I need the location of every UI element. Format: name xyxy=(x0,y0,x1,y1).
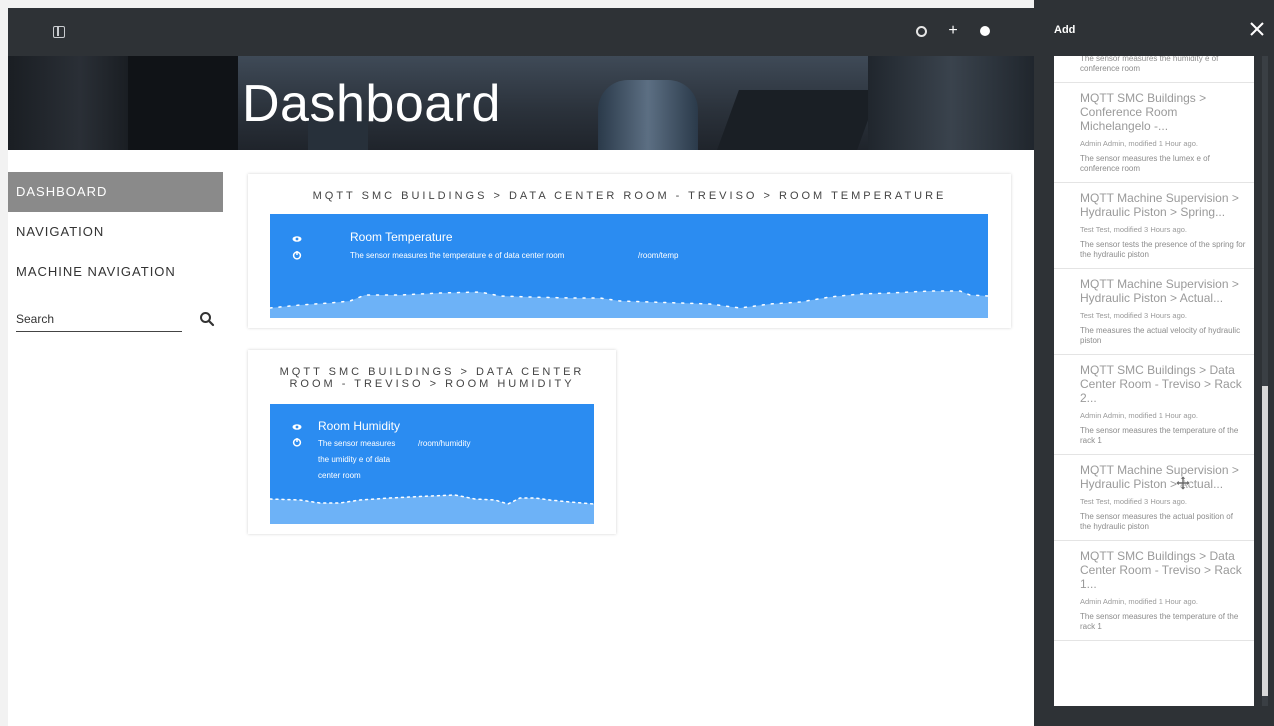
sensor-topic: /room/humidity xyxy=(418,439,471,448)
card-title: MQTT Machine Supervision > Hydraulic Pis… xyxy=(1080,463,1239,491)
card-meta: Test Test, modified 3 Hours ago. xyxy=(1080,497,1187,506)
sidebar-toggle-icon[interactable] xyxy=(48,22,70,42)
sensor-description: The sensor measures the temperature e of… xyxy=(350,251,565,260)
sparkline-humidity xyxy=(270,494,594,524)
sensor-name: Room Humidity xyxy=(318,419,401,433)
list-item[interactable]: The sensor measures the humidity e of co… xyxy=(1054,56,1254,83)
card-description: The sensor tests the presence of the spr… xyxy=(1080,240,1246,259)
eye-icon[interactable] xyxy=(292,422,302,432)
add-panel: Add The sensor measures the humidity e o… xyxy=(1034,0,1274,726)
list-item[interactable]: MQTT Machine Supervision > Hydraulic Pis… xyxy=(1054,269,1254,355)
card-description: The sensor measures the temperature of t… xyxy=(1080,426,1239,445)
panel-scrollbar[interactable] xyxy=(1262,56,1268,706)
card-title: MQTT SMC Buildings > Data Center Room - … xyxy=(1080,363,1242,405)
eye-icon[interactable] xyxy=(292,234,302,244)
sidebar-item-machine-navigation[interactable]: MACHINE NAVIGATION xyxy=(8,252,223,292)
widget-title-line2: ROOM - TREVISO > ROOM HUMIDITY xyxy=(289,378,575,390)
card-meta: Admin Admin, modified 1 Hour ago. xyxy=(1080,139,1198,148)
app-window: + Dashboard DASHBOARD NAVIGATION MACHINE… xyxy=(8,8,1034,726)
page-title: Dashboard xyxy=(242,75,501,133)
sensor-description-line2: the umidity e of data xyxy=(318,455,391,464)
close-icon[interactable] xyxy=(1248,20,1266,38)
list-item[interactable]: MQTT Machine Supervision > Hydraulic Pis… xyxy=(1054,183,1254,269)
plus-icon[interactable]: + xyxy=(944,22,962,40)
top-bar: + xyxy=(8,8,1034,56)
sidebar-item-dashboard[interactable]: DASHBOARD xyxy=(8,172,223,212)
sensor-description-line3: center room xyxy=(318,471,361,480)
card-title: MQTT Machine Supervision > Hydraulic Pis… xyxy=(1080,191,1239,219)
card-title: MQTT Machine Supervision > Hydraulic Pis… xyxy=(1080,277,1239,305)
list-item[interactable]: MQTT SMC Buildings > Data Center Room - … xyxy=(1054,541,1254,641)
sidebar-item-navigation[interactable]: NAVIGATION xyxy=(8,212,223,252)
power-icon[interactable] xyxy=(292,250,302,260)
scrollbar-thumb[interactable] xyxy=(1262,386,1268,696)
gear-icon[interactable] xyxy=(912,22,930,40)
list-item[interactable]: MQTT SMC Buildings > Conference Room Mic… xyxy=(1054,83,1254,183)
search-icon[interactable] xyxy=(198,310,216,328)
card-title: MQTT SMC Buildings > Conference Room Mic… xyxy=(1080,91,1207,133)
widget-title: MQTT SMC BUILDINGS > DATA CENTER ROOM - … xyxy=(312,190,947,202)
list-item[interactable]: MQTT SMC Buildings > Data Center Room - … xyxy=(1054,355,1254,455)
widget-room-temperature: MQTT SMC BUILDINGS > DATA CENTER ROOM - … xyxy=(248,174,1011,328)
search-box xyxy=(16,306,216,336)
card-description: The sensor measures the humidity e of co… xyxy=(1080,56,1219,73)
card-description: The sensor measures the actual position … xyxy=(1080,512,1233,531)
sensor-tile-room-temperature[interactable]: Room Temperature The sensor measures the… xyxy=(270,214,988,318)
move-cursor-icon xyxy=(1176,476,1190,490)
card-meta: Admin Admin, modified 1 Hour ago. xyxy=(1080,411,1198,420)
panel-header: Add xyxy=(1034,0,1274,56)
dashboard-banner: Dashboard xyxy=(8,56,1034,150)
card-description: The sensor measures the temperature of t… xyxy=(1080,612,1239,631)
power-icon[interactable] xyxy=(292,437,302,447)
card-meta: Test Test, modified 3 Hours ago. xyxy=(1080,225,1187,234)
circle-icon[interactable] xyxy=(976,22,994,40)
sensor-name: Room Temperature xyxy=(350,230,453,244)
sidebar-nav: DASHBOARD NAVIGATION MACHINE NAVIGATION xyxy=(8,172,223,332)
card-description: The measures the actual velocity of hydr… xyxy=(1080,326,1241,345)
sensor-topic: /room/temp xyxy=(638,251,679,260)
search-input[interactable] xyxy=(16,306,182,332)
card-title: MQTT SMC Buildings > Data Center Room - … xyxy=(1080,549,1242,591)
sensor-description-line1: The sensor measures xyxy=(318,439,396,448)
widget-room-humidity: MQTT SMC BUILDINGS > DATA CENTER ROOM - … xyxy=(248,350,616,534)
card-description: The sensor measures the lumex e of confe… xyxy=(1080,154,1210,173)
card-meta: Test Test, modified 3 Hours ago. xyxy=(1080,311,1187,320)
widget-title-line1: MQTT SMC BUILDINGS > DATA CENTER xyxy=(279,366,585,378)
sensor-tile-room-humidity[interactable]: Room Humidity The sensor measures the um… xyxy=(270,404,594,524)
list-item[interactable]: MQTT Machine Supervision > Hydraulic Pis… xyxy=(1054,455,1254,541)
sparkline-temperature xyxy=(270,290,988,318)
toolbar: + xyxy=(912,22,994,40)
panel-title: Add xyxy=(1054,24,1076,36)
card-meta: Admin Admin, modified 1 Hour ago. xyxy=(1080,597,1198,606)
sensor-list: The sensor measures the humidity e of co… xyxy=(1054,56,1254,706)
